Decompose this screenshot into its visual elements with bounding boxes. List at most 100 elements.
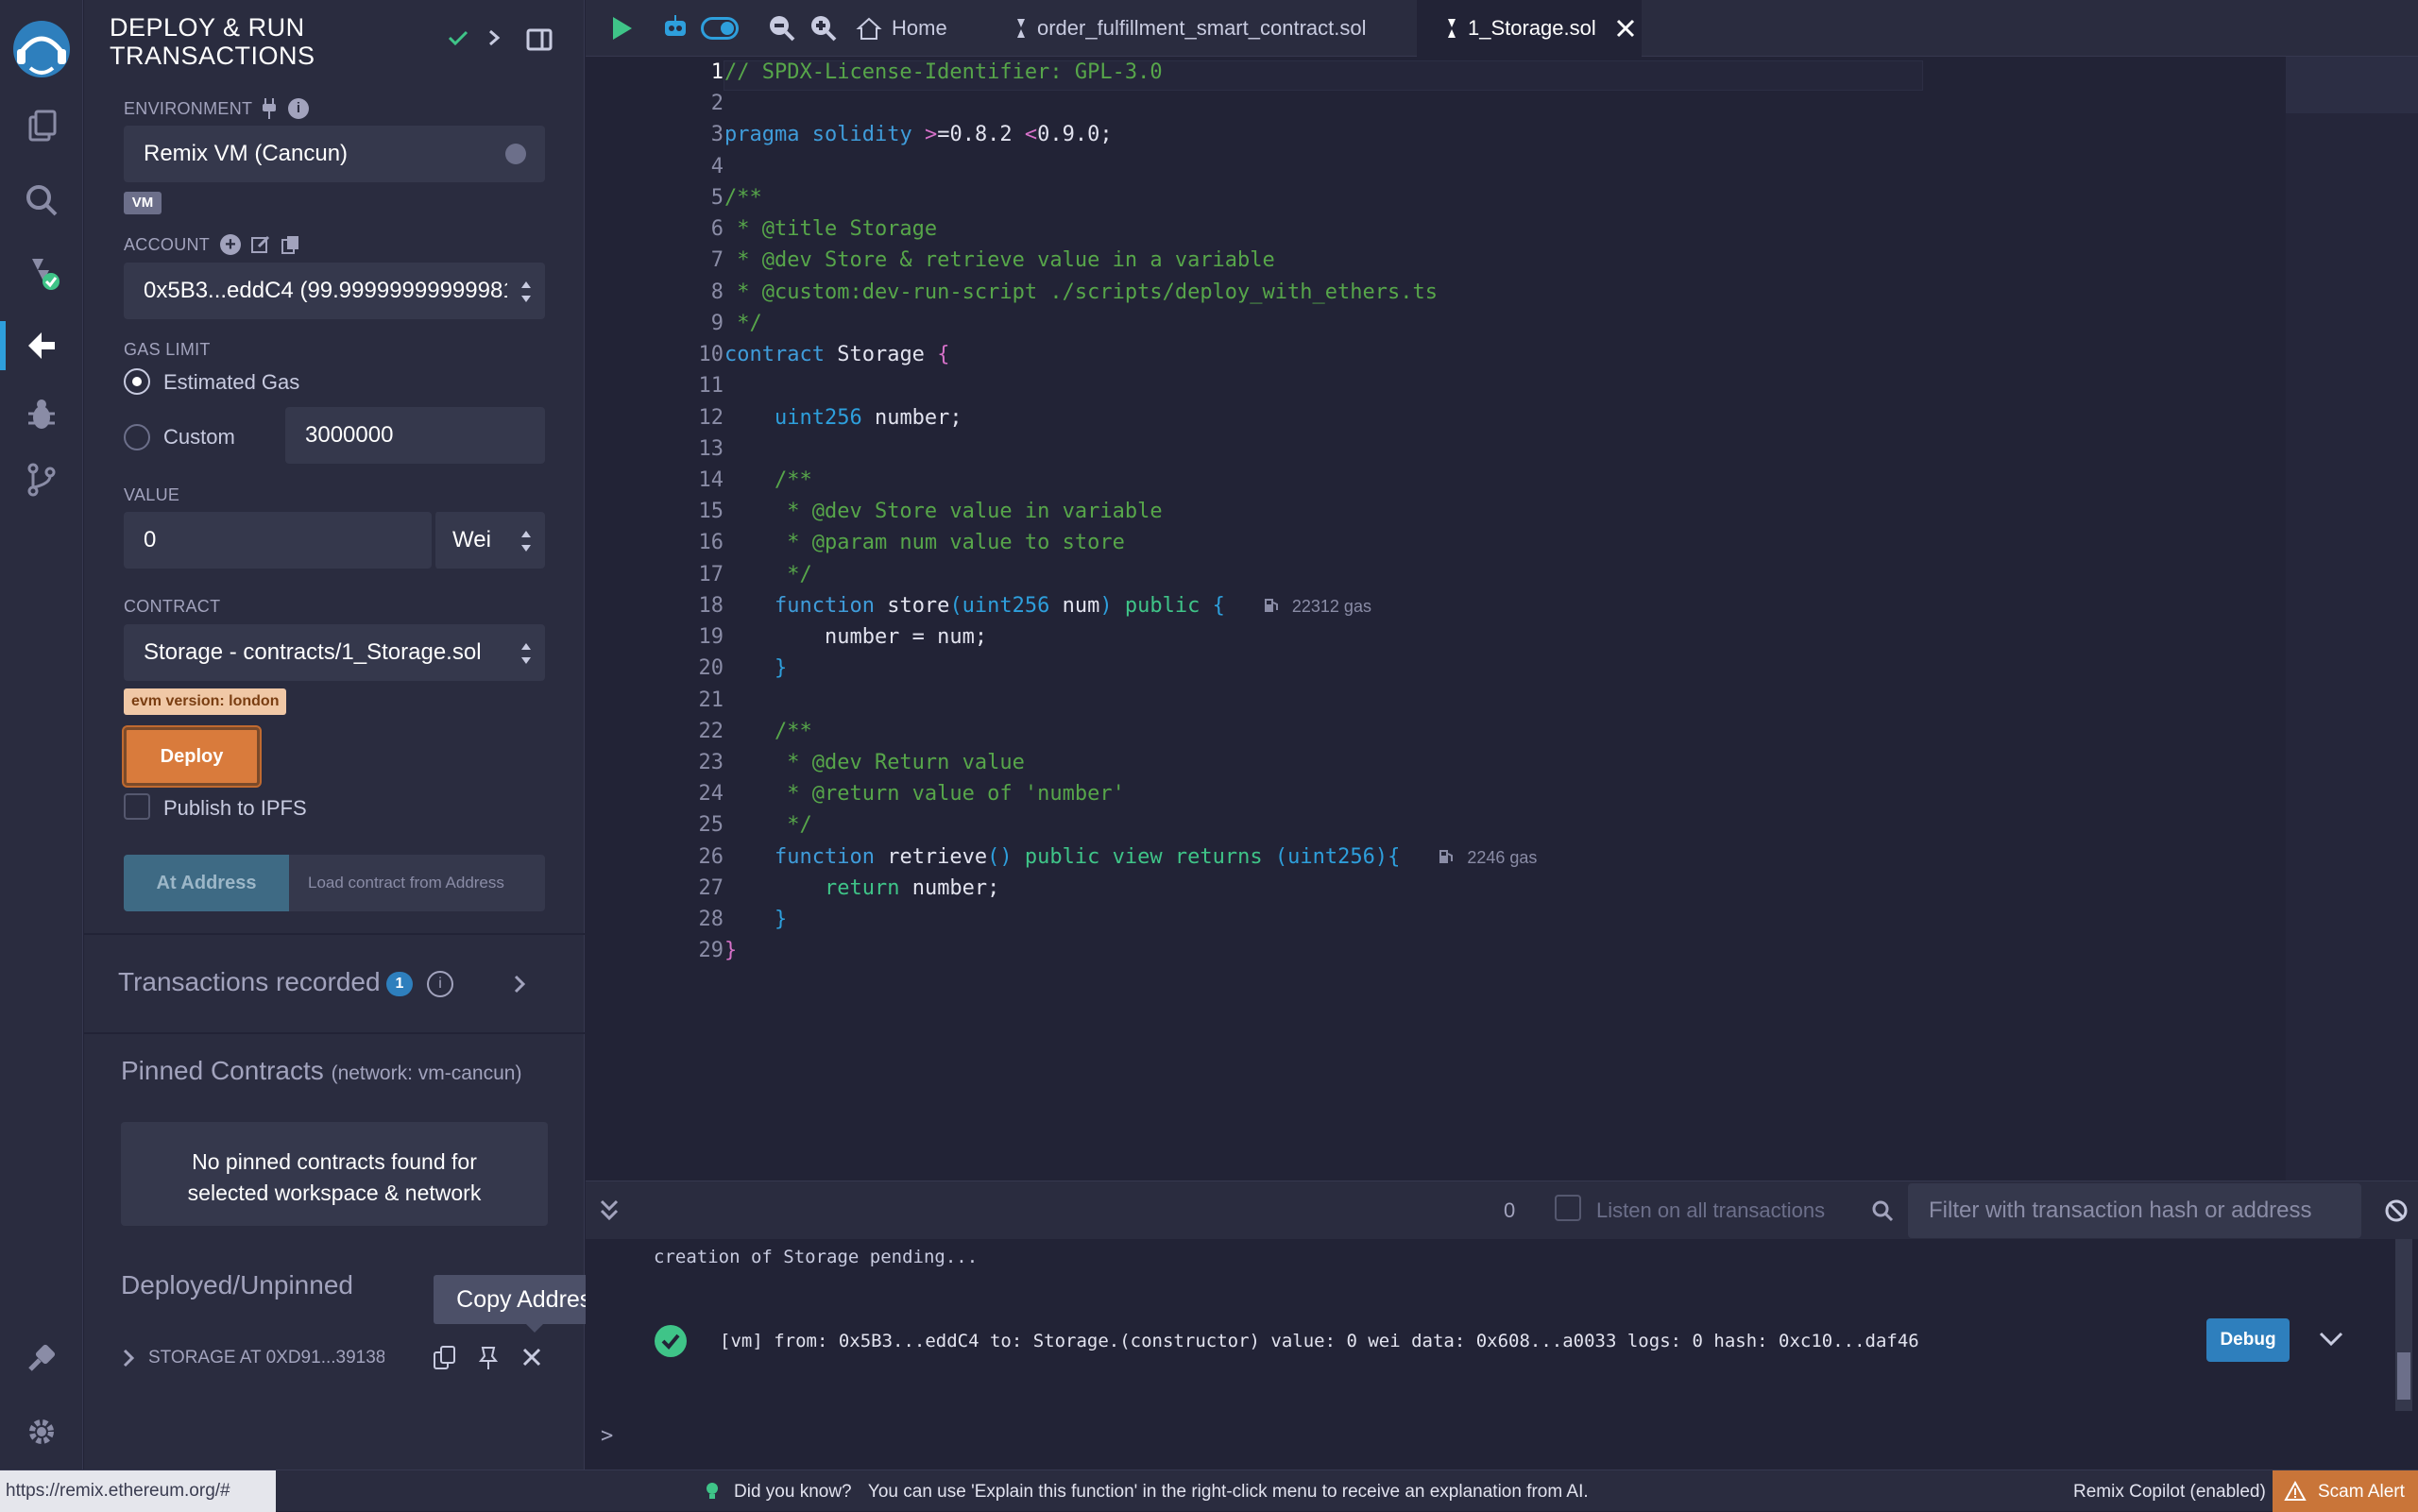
plugin-manager-icon[interactable] xyxy=(17,1334,66,1383)
panel-title-line1: DEPLOY & RUN xyxy=(110,13,305,42)
environment-select[interactable]: Remix VM (Cancun) xyxy=(124,126,545,182)
code-editor[interactable]: 1 2 3 4 5 6 7 8 9 10 11 12 13 14 15 16 1… xyxy=(586,57,2418,1181)
tab-storage[interactable]: 1_Storage.sol xyxy=(1417,0,1642,57)
load-contract-input[interactable]: Load contract from Address xyxy=(289,855,545,911)
line-number: 12 xyxy=(698,406,724,430)
publish-ipfs-checkbox[interactable] xyxy=(124,793,150,820)
line-number: 22 xyxy=(698,720,724,743)
pin-icon[interactable] xyxy=(477,1345,500,1371)
code-line: */ xyxy=(774,563,812,586)
code-line: } xyxy=(774,656,788,680)
debug-button[interactable]: Debug xyxy=(2206,1318,2290,1362)
deploy-run-icon[interactable] xyxy=(17,321,66,370)
line-number: 23 xyxy=(698,751,724,774)
did-you-know-tip[interactable]: Did you know? You can use 'Explain this … xyxy=(734,1482,1589,1503)
debugger-icon[interactable] xyxy=(17,391,66,440)
filter-input[interactable]: Filter with transaction hash or address xyxy=(1908,1183,2361,1238)
remix-logo-icon[interactable] xyxy=(8,15,76,83)
tip-bulb-icon xyxy=(705,1482,720,1501)
search-icon[interactable] xyxy=(17,176,66,225)
run-icon[interactable] xyxy=(608,15,635,42)
contract-value: Storage - contracts/1_Storage.sol xyxy=(144,639,482,665)
select-updown-icon xyxy=(520,643,532,664)
tab-order-fulfillment[interactable]: order_fulfillment_smart_contract.sol xyxy=(973,0,1379,57)
copilot-status[interactable]: Remix Copilot (enabled) xyxy=(2073,1482,2266,1503)
scam-alert-label: Scam Alert xyxy=(2318,1482,2405,1502)
minimap-slider[interactable] xyxy=(2286,57,2418,113)
ai-robot-icon[interactable] xyxy=(661,13,690,42)
line-number: 13 xyxy=(698,437,724,461)
account-select[interactable]: 0x5B3...eddC4 (99.99999999999981 xyxy=(124,263,545,319)
info-icon[interactable]: i xyxy=(427,971,453,997)
line-number: 21 xyxy=(698,688,724,712)
value-input[interactable]: 0 xyxy=(124,512,432,569)
toggle-panel-icon[interactable] xyxy=(526,28,553,51)
git-icon[interactable] xyxy=(17,455,66,504)
select-updown-icon xyxy=(520,531,532,552)
code-line: function retrieve() public view returns … xyxy=(774,845,1538,869)
estimated-gas-radio[interactable] xyxy=(124,368,150,395)
code-line: * @dev Return value xyxy=(774,751,1025,774)
at-address-button[interactable]: At Address xyxy=(124,855,289,911)
line-number: 6 xyxy=(710,217,724,241)
scrollbar-thumb[interactable] xyxy=(2397,1352,2410,1400)
no-pinned-line1: No pinned contracts found for xyxy=(192,1149,477,1174)
check-icon xyxy=(447,28,469,47)
line-number: 2 xyxy=(710,92,724,115)
chevron-right-icon[interactable] xyxy=(121,1347,136,1369)
add-account-icon[interactable]: + xyxy=(220,234,241,255)
transactions-recorded-toggle[interactable]: Transactions recorded 1 i xyxy=(84,954,585,1011)
minimap[interactable] xyxy=(2286,57,2418,1181)
select-arrow-icon xyxy=(505,144,526,164)
close-tab-icon[interactable] xyxy=(1615,18,1636,39)
terminal-prompt[interactable]: > xyxy=(601,1424,613,1448)
tab-home[interactable]: Home xyxy=(856,0,960,57)
code-line: /** xyxy=(774,468,812,492)
copy-icon[interactable] xyxy=(281,234,301,255)
contract-label: CONTRACT xyxy=(124,597,221,616)
line-number: 28 xyxy=(698,908,724,931)
copy-address-icon[interactable] xyxy=(433,1345,457,1371)
tx-log-line[interactable]: [vm] from: 0x5B3...eddC4 to: Storage.(co… xyxy=(720,1331,1919,1351)
scam-alert-button[interactable]: Scam Alert xyxy=(2273,1470,2418,1512)
edit-icon[interactable] xyxy=(250,234,271,255)
contract-select[interactable]: Storage - contracts/1_Storage.sol xyxy=(124,624,545,681)
no-pinned-line2: selected workspace & network xyxy=(187,1181,482,1205)
line-number: 16 xyxy=(698,531,724,554)
close-icon[interactable] xyxy=(521,1347,542,1368)
line-number: 1 xyxy=(710,60,724,84)
chevron-right-icon[interactable] xyxy=(485,28,503,47)
toggle-knob xyxy=(721,22,734,35)
chevron-right-icon[interactable] xyxy=(511,973,528,995)
line-number: 3 xyxy=(710,123,724,146)
collapse-terminal-icon[interactable] xyxy=(599,1198,620,1223)
terminal-scrollbar[interactable] xyxy=(2395,1239,2412,1411)
autocompile-toggle[interactable] xyxy=(701,17,739,40)
active-indicator xyxy=(0,321,6,370)
terminal-toolbar: 0 Listen on all transactions Filter with… xyxy=(586,1181,2418,1239)
estimated-gas-label: Estimated Gas xyxy=(163,370,300,394)
code-line: } xyxy=(774,908,788,931)
custom-gas-radio[interactable] xyxy=(124,424,150,450)
deployed-instance-row[interactable]: STORAGE AT 0XD91...39138 (MEM xyxy=(121,1339,548,1377)
listen-all-checkbox[interactable] xyxy=(1555,1195,1581,1221)
gas-pump-icon xyxy=(1263,596,1280,613)
solidity-compiler-icon[interactable] xyxy=(17,247,66,297)
settings-gear-icon[interactable] xyxy=(17,1407,66,1456)
zoom-in-icon[interactable] xyxy=(809,13,837,42)
info-icon[interactable]: i xyxy=(288,98,309,119)
value-unit-select[interactable]: Wei xyxy=(434,512,545,569)
transactions-count-badge: 1 xyxy=(386,972,413,996)
file-explorer-icon[interactable] xyxy=(17,102,66,151)
zoom-out-icon[interactable] xyxy=(767,13,795,42)
line-number: 26 xyxy=(698,845,724,869)
environment-value: Remix VM (Cancun) xyxy=(144,141,349,166)
custom-gas-input[interactable]: 3000000 xyxy=(285,407,545,464)
expand-chevron-icon[interactable] xyxy=(2318,1330,2344,1349)
code-line: return number; xyxy=(824,876,1000,900)
clear-console-icon[interactable] xyxy=(2384,1198,2409,1223)
solidity-file-icon xyxy=(1445,17,1458,40)
terminal-output[interactable]: creation of Storage pending... [vm] from… xyxy=(586,1239,2418,1470)
deploy-button[interactable]: Deploy xyxy=(124,727,260,786)
code-line: * @custom:dev-run-script ./scripts/deplo… xyxy=(724,280,1438,304)
